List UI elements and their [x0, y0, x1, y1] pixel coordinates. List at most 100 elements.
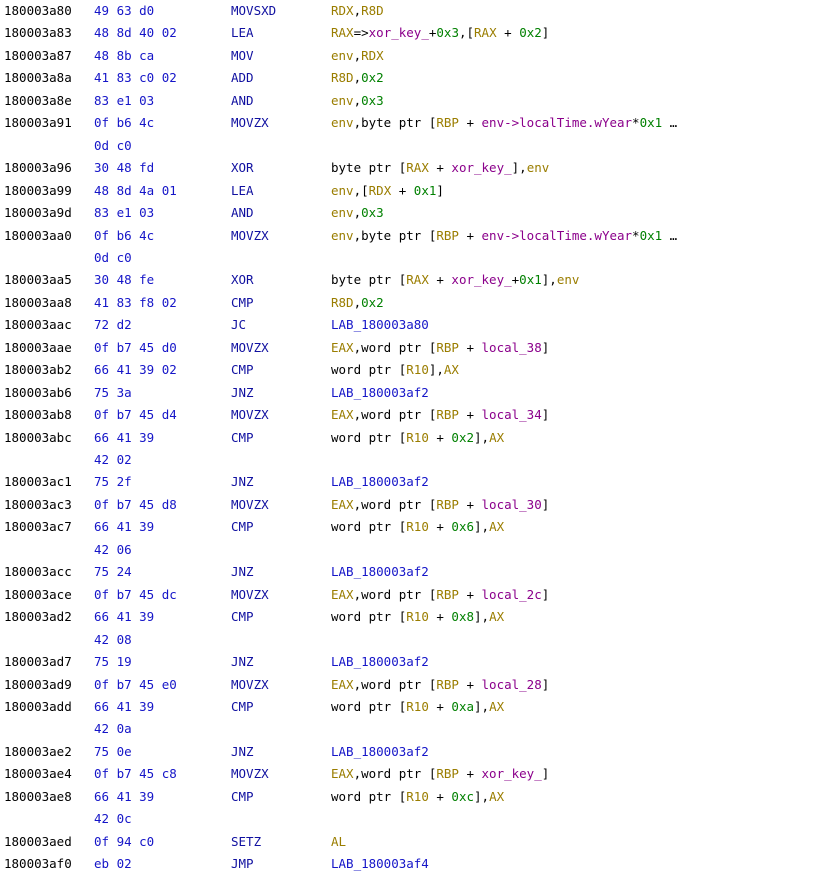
operand-register[interactable]: R10	[406, 609, 429, 624]
operand-label[interactable]: LAB_180003a80	[331, 317, 429, 332]
listing-row[interactable]: 180003a8a 41 83 c0 02 ADD R8D,0x2	[0, 67, 819, 89]
listing-row-continuation[interactable]: 0d c0	[0, 247, 819, 269]
mnemonic[interactable]: CMP	[231, 516, 254, 538]
operand-register[interactable]: env	[331, 48, 354, 63]
address[interactable]: 180003af0	[4, 853, 72, 875]
listing-row[interactable]: 180003aa0 0f b6 4c MOVZX env,byte ptr [RBP …	[0, 225, 819, 247]
operand-register[interactable]: env	[331, 228, 354, 243]
address[interactable]: 180003aa0	[4, 225, 72, 247]
operand-register[interactable]: R10	[406, 430, 429, 445]
address[interactable]: 180003ab2	[4, 359, 72, 381]
listing-row[interactable]: 180003ac7 66 41 39 CMP word ptr [R10 + 0x6]…	[0, 516, 819, 538]
mnemonic[interactable]: JNZ	[231, 741, 254, 763]
operand-register[interactable]: EAX	[331, 766, 354, 781]
address[interactable]: 180003aed	[4, 831, 72, 853]
listing-row[interactable]: 180003a80 49 63 d0 MOVSXD RDX,R8D	[0, 0, 819, 22]
mnemonic[interactable]: JNZ	[231, 561, 254, 583]
operand-register[interactable]: RAX	[406, 160, 429, 175]
mnemonic[interactable]: LEA	[231, 180, 254, 202]
address[interactable]: 180003ae8	[4, 786, 72, 808]
operand-register[interactable]: RBP	[436, 228, 459, 243]
listing-row[interactable]: 180003abc 66 41 39 CMP word ptr [R10 + 0x2]…	[0, 427, 819, 449]
address[interactable]: 180003a8e	[4, 90, 72, 112]
operand-register[interactable]: AL	[331, 834, 346, 849]
operand-register[interactable]: R8D	[331, 295, 354, 310]
mnemonic[interactable]: MOVZX	[231, 674, 269, 696]
mnemonic[interactable]: CMP	[231, 427, 254, 449]
mnemonic[interactable]: SETZ	[231, 831, 261, 853]
listing-row[interactable]: 180003ac3 0f b7 45 d8 MOVZX EAX,word ptr [R…	[0, 494, 819, 516]
mnemonic[interactable]: MOVZX	[231, 763, 269, 785]
operand-register[interactable]: RDX	[369, 183, 392, 198]
operand-register[interactable]: RDX	[331, 3, 354, 18]
mnemonic[interactable]: MOVZX	[231, 404, 269, 426]
listing-row[interactable]: 180003ab2 66 41 39 02 CMP word ptr [R10],AX	[0, 359, 819, 381]
listing-row[interactable]: 180003ace 0f b7 45 dc MOVZX EAX,word ptr [R…	[0, 584, 819, 606]
address[interactable]: 180003ad9	[4, 674, 72, 696]
operand-register[interactable]: EAX	[331, 677, 354, 692]
operand-register[interactable]: R10	[406, 789, 429, 804]
listing-row[interactable]: 180003ac1 75 2f JNZ LAB_180003af2	[0, 471, 819, 493]
operand-register[interactable]: EAX	[331, 497, 354, 512]
operand-variable[interactable]: env->localTime.wYear	[482, 115, 633, 130]
mnemonic[interactable]: ADD	[231, 67, 254, 89]
mnemonic[interactable]: JNZ	[231, 651, 254, 673]
operand-register[interactable]: EAX	[331, 340, 354, 355]
operand-variable[interactable]: local_30	[482, 497, 542, 512]
listing-row-continuation[interactable]: 42 0a	[0, 718, 819, 740]
operand-register[interactable]: env	[331, 93, 354, 108]
address[interactable]: 180003a96	[4, 157, 72, 179]
operand-variable[interactable]: xor_key_	[451, 160, 511, 175]
listing-row[interactable]: 180003a96 30 48 fd XOR byte ptr [RAX + xor_…	[0, 157, 819, 179]
operand-label[interactable]: LAB_180003af2	[331, 744, 429, 759]
operand-register[interactable]: AX	[489, 789, 504, 804]
listing-row-continuation[interactable]: 42 06	[0, 539, 819, 561]
operand-register[interactable]: env	[527, 160, 550, 175]
mnemonic[interactable]: AND	[231, 202, 254, 224]
address[interactable]: 180003a99	[4, 180, 72, 202]
listing-row[interactable]: 180003ab8 0f b7 45 d4 MOVZX EAX,word ptr [R…	[0, 404, 819, 426]
listing-row-continuation[interactable]: 42 02	[0, 449, 819, 471]
mnemonic[interactable]: XOR	[231, 157, 254, 179]
listing-row[interactable]: 180003aac 72 d2 JC LAB_180003a80	[0, 314, 819, 336]
listing-row-continuation[interactable]: 42 0c	[0, 808, 819, 830]
listing-row[interactable]: 180003a8e 83 e1 03 AND env,0x3	[0, 90, 819, 112]
operand-label[interactable]: LAB_180003af2	[331, 474, 429, 489]
listing-row[interactable]: 180003ae8 66 41 39 CMP word ptr [R10 + 0xc]…	[0, 786, 819, 808]
operand-register[interactable]: RAX	[474, 25, 497, 40]
listing-row[interactable]: 180003aa5 30 48 fe XOR byte ptr [RAX + xor_…	[0, 269, 819, 291]
mnemonic[interactable]: MOVZX	[231, 225, 269, 247]
operand-register[interactable]: env	[331, 183, 354, 198]
listing-row[interactable]: 180003a83 48 8d 40 02 LEA RAX=>xor_key_+0x3…	[0, 22, 819, 44]
address[interactable]: 180003ad2	[4, 606, 72, 628]
mnemonic[interactable]: CMP	[231, 292, 254, 314]
operand-register[interactable]: AX	[489, 609, 504, 624]
address[interactable]: 180003acc	[4, 561, 72, 583]
listing-row[interactable]: 180003ae2 75 0e JNZ LAB_180003af2	[0, 741, 819, 763]
address[interactable]: 180003add	[4, 696, 72, 718]
operand-variable[interactable]: local_28	[482, 677, 542, 692]
address[interactable]: 180003a87	[4, 45, 72, 67]
listing-row[interactable]: 180003a99 48 8d 4a 01 LEA env,[RDX + 0x1]	[0, 180, 819, 202]
listing-row[interactable]: 180003aae 0f b7 45 d0 MOVZX EAX,word ptr [R…	[0, 337, 819, 359]
listing-row-continuation[interactable]: 42 08	[0, 629, 819, 651]
address[interactable]: 180003ad7	[4, 651, 72, 673]
listing-row[interactable]: 180003a9d 83 e1 03 AND env,0x3	[0, 202, 819, 224]
operand-register[interactable]: EAX	[331, 587, 354, 602]
listing-row[interactable]: 180003ae4 0f b7 45 c8 MOVZX EAX,word ptr [R…	[0, 763, 819, 785]
operand-register[interactable]: RBP	[436, 115, 459, 130]
listing-row[interactable]: 180003a87 48 8b ca MOV env,RDX	[0, 45, 819, 67]
operand-variable[interactable]: local_2c	[482, 587, 542, 602]
listing-row[interactable]: 180003a91 0f b6 4c MOVZX env,byte ptr [RBP …	[0, 112, 819, 134]
operand-label[interactable]: LAB_180003af2	[331, 385, 429, 400]
operand-register[interactable]: AX	[444, 362, 459, 377]
operand-variable[interactable]: env->localTime.wYear	[482, 228, 633, 243]
operand-register[interactable]: RBP	[436, 340, 459, 355]
operand-variable[interactable]: xor_key_	[451, 272, 511, 287]
address[interactable]: 180003aac	[4, 314, 72, 336]
operand-register[interactable]: RBP	[436, 766, 459, 781]
address[interactable]: 180003a9d	[4, 202, 72, 224]
mnemonic[interactable]: XOR	[231, 269, 254, 291]
mnemonic[interactable]: LEA	[231, 22, 254, 44]
address[interactable]: 180003a83	[4, 22, 72, 44]
